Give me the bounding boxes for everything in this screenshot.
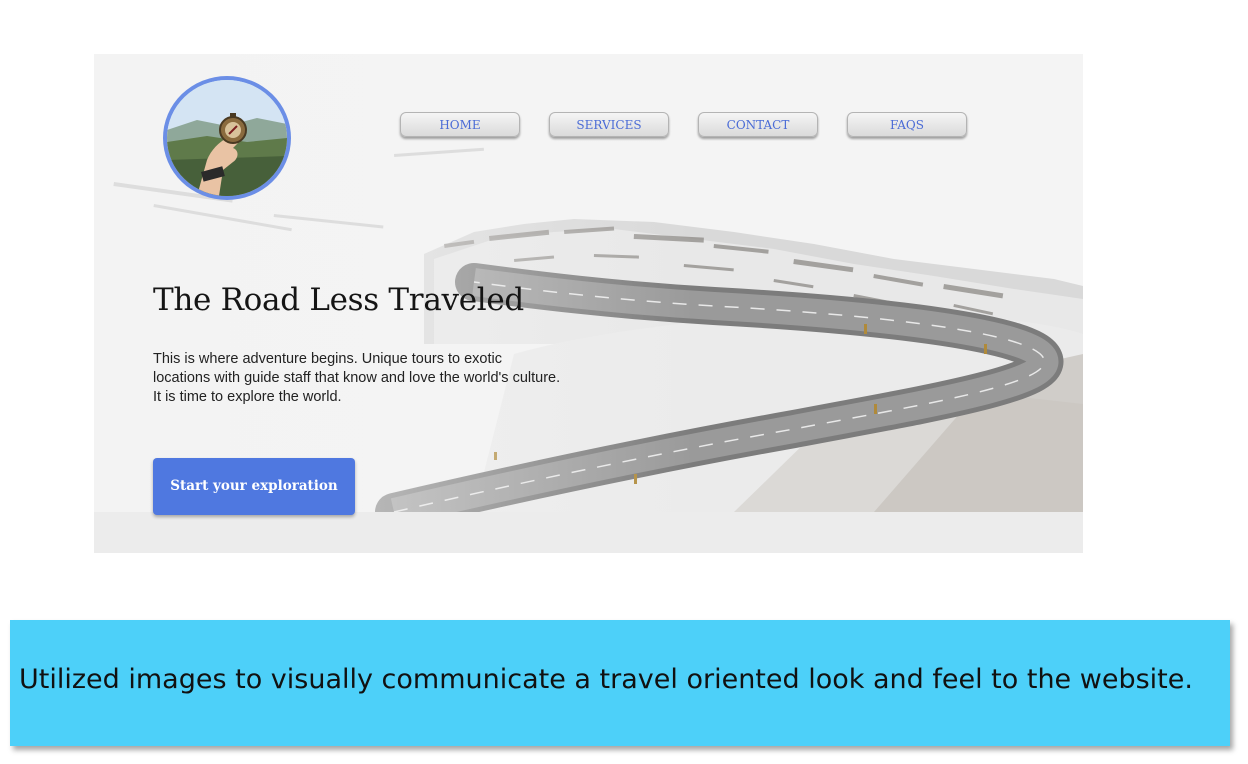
caption-text: Utilized images to visually communicate … (19, 664, 1193, 695)
caption-box: Utilized images to visually communicate … (10, 620, 1230, 746)
hero-title: The Road Less Traveled (153, 282, 524, 318)
website-mockup: HOME SERVICES CONTACT FAQS The Road Less… (94, 54, 1083, 553)
hero-description: This is where adventure begins. Unique t… (153, 351, 561, 405)
nav-services-button[interactable]: SERVICES (549, 112, 669, 137)
nav-faqs-button[interactable]: FAQS (847, 112, 967, 137)
nav-home-button[interactable]: HOME (400, 112, 520, 137)
logo-compass-icon[interactable] (163, 76, 291, 200)
nav-contact-button[interactable]: CONTACT (698, 112, 818, 137)
start-exploration-button[interactable]: Start your exploration (153, 458, 355, 515)
hero-bottom-band (94, 512, 1083, 553)
